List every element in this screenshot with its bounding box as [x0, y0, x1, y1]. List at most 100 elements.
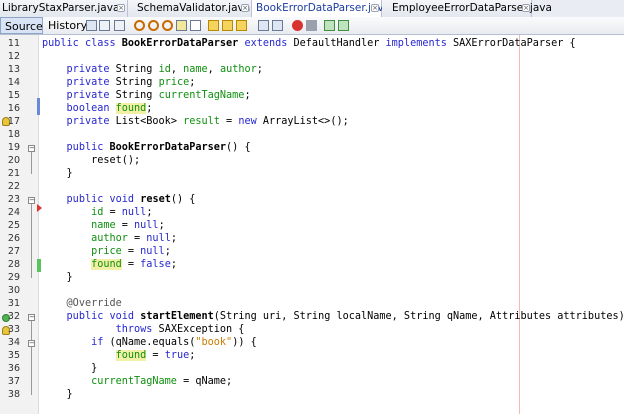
code-line[interactable]: 31 @Override — [0, 297, 624, 310]
line-number: 38 — [7, 389, 20, 400]
code-line[interactable]: 19 public BookErrorDataParser() { — [0, 141, 624, 154]
line-code[interactable]: } — [42, 271, 73, 284]
line-code[interactable]: public class BookErrorDataParser extends… — [42, 37, 576, 50]
shift-right-icon[interactable] — [272, 20, 283, 31]
line-number: 25 — [7, 220, 20, 231]
close-icon[interactable]: × — [117, 4, 125, 12]
line-number: 16 — [7, 103, 20, 114]
code-line[interactable]: 24 id = null; — [0, 206, 624, 219]
tab-library-stax-parser[interactable]: LibraryStaxParser.java × — [0, 0, 128, 17]
code-line[interactable]: 21 } — [0, 167, 624, 180]
last-edit-icon[interactable] — [86, 20, 97, 31]
tab-book-error-data-parser[interactable]: BookErrorDataParser.java × — [252, 0, 390, 17]
editor-toolbar: Source History — [0, 17, 624, 35]
stop-macro-icon[interactable] — [306, 20, 317, 31]
code-line[interactable]: 11 public class BookErrorDataParser exten… — [0, 37, 624, 50]
code-line[interactable]: 18 — [0, 128, 624, 141]
code-line[interactable]: 15 private String currentTagName; — [0, 89, 624, 102]
line-number: 30 — [7, 285, 20, 296]
tab-label: BookErrorDataParser.java — [256, 2, 391, 14]
tab-schema-validator[interactable]: SchemaValidator.java × — [128, 0, 252, 17]
code-line[interactable]: 16 boolean found; — [0, 102, 624, 115]
toggle-highlight-icon[interactable] — [176, 20, 187, 31]
line-code[interactable]: reset(); — [42, 154, 140, 167]
start-macro-icon[interactable] — [292, 20, 303, 31]
line-number: 35 — [7, 350, 20, 361]
find-next-icon[interactable] — [148, 20, 159, 31]
history-button[interactable]: History — [44, 17, 87, 34]
line-code[interactable]: id = null; — [42, 206, 152, 219]
find-selection-icon[interactable] — [162, 20, 173, 31]
code-line[interactable]: 13 private String id, name, author; — [0, 63, 624, 76]
code-line[interactable]: 28 found = false; — [0, 258, 624, 271]
code-line[interactable]: 32 public void startElement(String uri, … — [0, 310, 624, 323]
line-code[interactable]: if (qName.equals("book")) { — [42, 336, 257, 349]
code-line[interactable]: 26 author = null; — [0, 232, 624, 245]
code-line[interactable]: 37 currentTagName = qName; — [0, 375, 624, 388]
code-line[interactable]: 20 reset(); — [0, 154, 624, 167]
back-icon[interactable] — [99, 20, 110, 31]
code-line[interactable]: 29 } — [0, 271, 624, 284]
line-number: 37 — [7, 376, 20, 387]
code-line[interactable]: 30 — [0, 284, 624, 297]
toggle-bookmark-icon[interactable] — [236, 20, 247, 31]
prev-bookmark-icon[interactable] — [208, 20, 219, 31]
code-line[interactable]: 34 if (qName.equals("book")) { — [0, 336, 624, 349]
line-number: 27 — [7, 246, 20, 257]
line-code[interactable]: private String price; — [42, 76, 196, 89]
editor-tab-bar: LibraryStaxParser.java × SchemaValidator… — [0, 0, 624, 18]
line-number: 24 — [7, 207, 20, 218]
line-code[interactable]: found = false; — [42, 258, 177, 271]
line-code[interactable]: public void reset() { — [42, 193, 196, 206]
line-number: 22 — [7, 181, 20, 192]
line-code[interactable]: } — [42, 362, 97, 375]
line-code[interactable]: boolean found; — [42, 102, 152, 115]
line-number: 36 — [7, 363, 20, 374]
tab-employee-error-data-parser[interactable]: EmployeeErrorDataParser.java × — [382, 0, 552, 17]
line-code[interactable]: throws SAXException { — [42, 323, 245, 336]
code-line[interactable]: 12 — [0, 50, 624, 63]
line-code[interactable]: @Override — [42, 297, 122, 310]
close-icon[interactable]: × — [371, 4, 379, 12]
line-code[interactable]: name = null; — [42, 219, 165, 232]
line-code[interactable]: } — [42, 388, 73, 401]
shift-left-icon[interactable] — [258, 20, 269, 31]
line-code[interactable]: found = true; — [42, 349, 195, 362]
code-line[interactable]: 33 throws SAXException { — [0, 323, 624, 336]
line-code[interactable]: price = null; — [42, 245, 171, 258]
next-bookmark-icon[interactable] — [222, 20, 233, 31]
code-line[interactable]: 22 — [0, 180, 624, 193]
line-number: 28 — [7, 259, 20, 270]
line-code[interactable]: private String id, name, author; — [42, 63, 263, 76]
code-line[interactable]: 14 private String price; — [0, 76, 624, 89]
line-code[interactable]: } — [42, 167, 73, 180]
code-line[interactable]: 38 } — [0, 388, 624, 401]
line-number: 34 — [7, 337, 20, 348]
line-code[interactable]: private List<Book> result = new ArrayLis… — [42, 115, 349, 128]
code-line[interactable]: 17 private List<Book> result = new Array… — [0, 115, 624, 128]
close-icon[interactable]: × — [241, 4, 249, 12]
line-number: 31 — [7, 298, 20, 309]
code-line[interactable]: 25 name = null; — [0, 219, 624, 232]
line-number: 18 — [7, 129, 20, 140]
code-line[interactable]: 27 price = null; — [0, 245, 624, 258]
code-line[interactable]: 35 found = true; — [0, 349, 624, 362]
line-code[interactable]: public void startElement(String uri, Str… — [42, 310, 624, 323]
toggle-rect-select-icon[interactable] — [190, 20, 201, 31]
source-button[interactable]: Source — [0, 17, 43, 34]
find-previous-icon[interactable] — [134, 20, 145, 31]
line-number: 17 — [7, 116, 20, 127]
line-number: 32 — [7, 311, 20, 322]
line-number: 14 — [7, 77, 20, 88]
line-code[interactable]: private String currentTagName; — [42, 89, 251, 102]
code-line[interactable]: 23 public void reset() { — [0, 193, 624, 206]
line-code[interactable]: currentTagName = qName; — [42, 375, 232, 388]
code-line[interactable]: 36 } — [0, 362, 624, 375]
comment-icon[interactable] — [324, 20, 335, 31]
forward-dropdown-icon[interactable] — [114, 20, 125, 31]
line-code[interactable]: author = null; — [42, 232, 177, 245]
uncomment-icon[interactable] — [338, 20, 349, 31]
line-number: 20 — [7, 155, 20, 166]
line-code[interactable]: public BookErrorDataParser() { — [42, 141, 251, 154]
close-icon[interactable]: × — [522, 4, 530, 12]
